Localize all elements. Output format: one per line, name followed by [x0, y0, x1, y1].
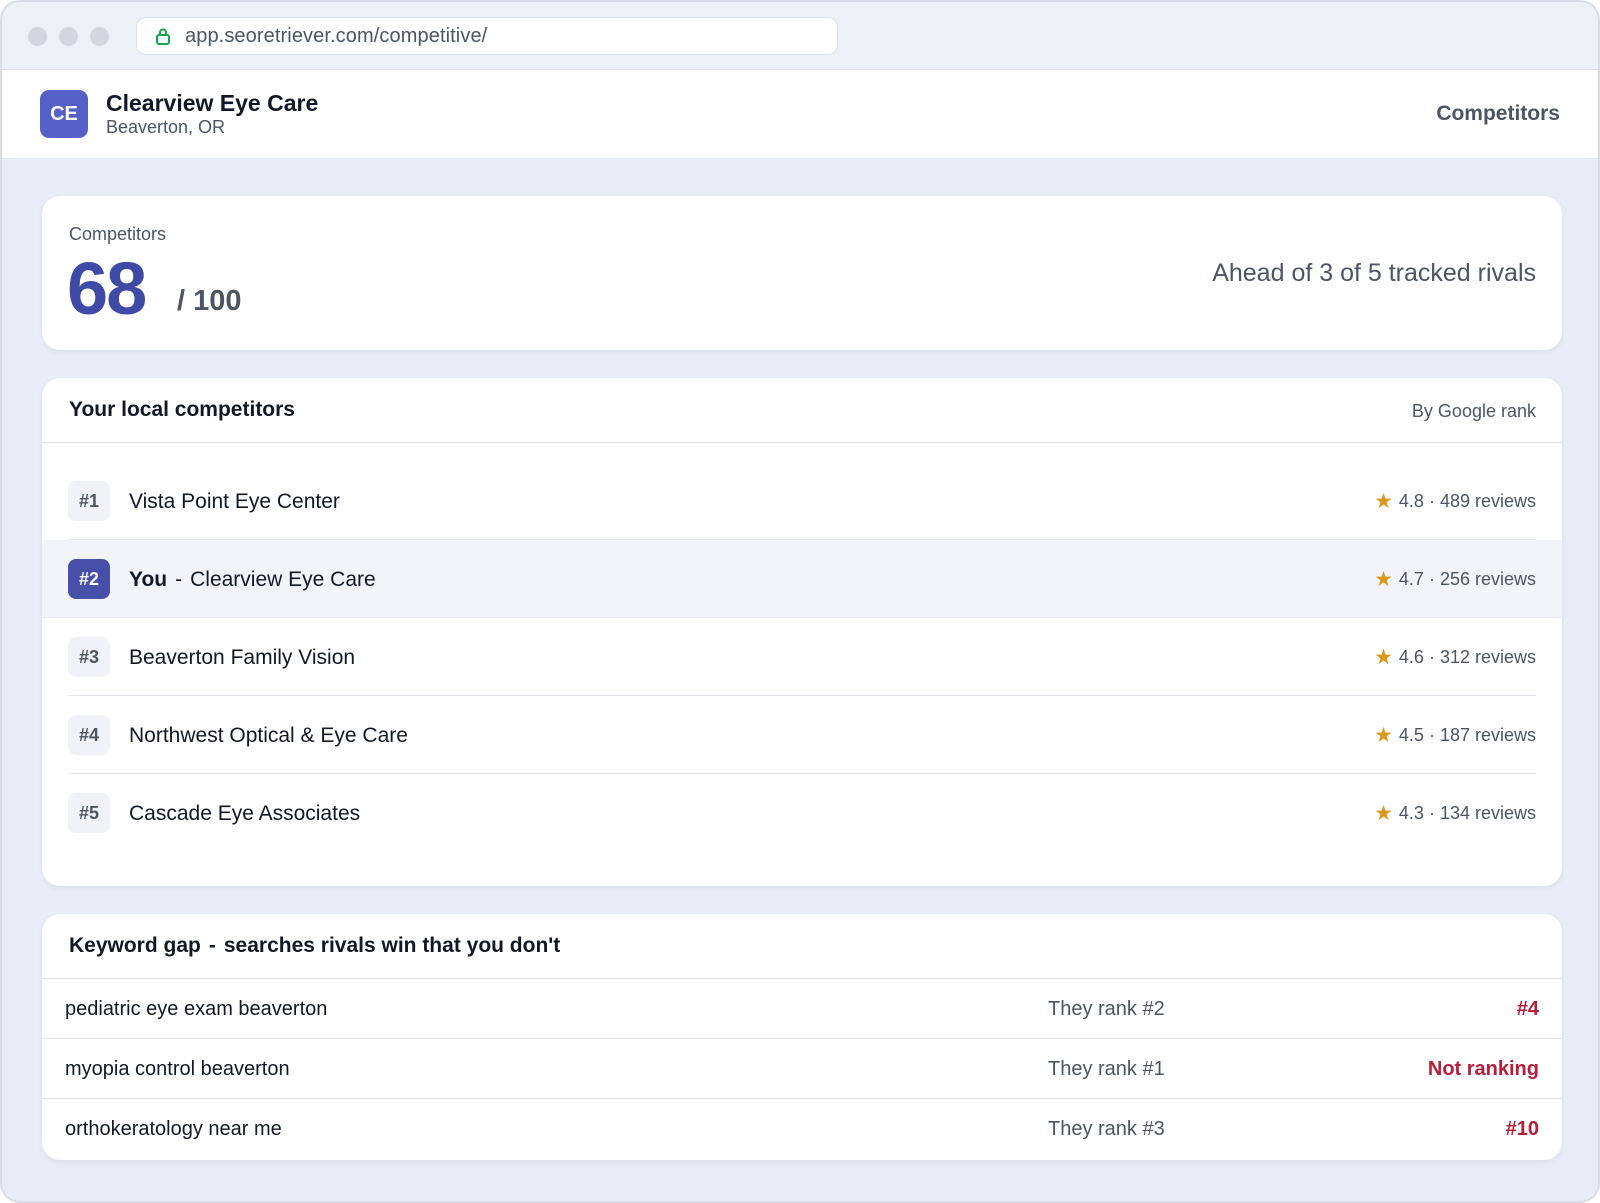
keyword-row[interactable]: orthokeratology near me They rank #3 #10 [42, 1098, 1562, 1158]
window-maximize-dot[interactable] [90, 27, 109, 46]
business-name: Clearview Eye Care [106, 90, 319, 116]
browser-window: app.seoretriever.com/competitive/ CE Cle… [0, 0, 1600, 1203]
nav-competitors[interactable]: Competitors [1436, 102, 1560, 126]
rival-rank: They rank #3 [1048, 1118, 1165, 1140]
rating-reviews: 4.6 · 312 reviews [1398, 647, 1536, 667]
your-rank: #10 [1505, 1118, 1539, 1140]
you-business-name: Clearview Eye Care [190, 568, 376, 591]
star-icon: ★ [1374, 802, 1393, 825]
star-icon: ★ [1374, 490, 1393, 513]
rating-reviews: 4.3 · 134 reviews [1398, 803, 1536, 823]
keyword-gap-title: Keyword gap - searches rivals win that you… [69, 934, 560, 958]
competitor-row[interactable]: #5 Cascade Eye Associates ★ 4.3 · 134 re… [42, 774, 1562, 852]
competitors-card: Your local competitors By Google rank #1… [42, 378, 1562, 886]
lock-icon [155, 27, 171, 45]
rank-badge: #5 [68, 793, 110, 833]
url-text[interactable]: app.seoretriever.com/competitive/ [185, 25, 487, 48]
rank-badge-you: #2 [68, 559, 110, 599]
competitor-name-you: You - Clearview Eye Care [129, 568, 376, 592]
you-separator: - [175, 568, 183, 591]
competitor-row[interactable]: #1 Vista Point Eye Center ★ 4.8 · 489 re… [42, 462, 1562, 540]
score-card: Competitors 68 / 100 Ahead of 3 of 5 tra… [42, 196, 1562, 350]
keyword-term: pediatric eye exam beaverton [65, 998, 328, 1020]
score-label: Competitors [69, 224, 167, 244]
rank-badge: #4 [68, 715, 110, 755]
business-location: Beaverton, OR [106, 117, 226, 137]
keyword-term: orthokeratology near me [65, 1118, 282, 1140]
competitor-row[interactable]: #3 Beaverton Family Vision ★ 4.6 · 312 r… [42, 618, 1562, 696]
competitor-name: Beaverton Family Vision [129, 646, 356, 669]
rating-reviews: 4.8 · 489 reviews [1398, 491, 1536, 511]
rating-reviews: 4.5 · 187 reviews [1398, 725, 1536, 745]
app-header: CE Clearview Eye Care Beaverton, OR Comp… [2, 70, 1598, 159]
competitor-stats: ★ 4.6 · 312 reviews [1374, 647, 1536, 668]
business-avatar: CE [40, 90, 88, 138]
keyword-term: myopia control beaverton [65, 1058, 290, 1080]
keyword-gap-title-main: Keyword gap [69, 934, 201, 957]
divider [42, 442, 1562, 443]
competitor-stats: ★ 4.8 · 489 reviews [1374, 491, 1536, 512]
score-value: 68 [67, 247, 147, 330]
rank-badge: #1 [68, 481, 110, 521]
address-bar[interactable]: app.seoretriever.com/competitive/ [136, 17, 838, 55]
browser-chrome: app.seoretriever.com/competitive/ [2, 2, 1598, 70]
competitor-row[interactable]: #4 Northwest Optical & Eye Care ★ 4.5 · … [42, 696, 1562, 774]
score-max: / 100 [177, 285, 242, 317]
keyword-gap-card: Keyword gap - searches rivals win that you… [42, 914, 1562, 1160]
sort-label[interactable]: By Google rank [1412, 401, 1536, 422]
competitor-stats: ★ 4.3 · 134 reviews [1374, 803, 1536, 824]
your-rank: #4 [1516, 998, 1539, 1020]
window-close-dot[interactable] [28, 27, 47, 46]
keyword-row[interactable]: myopia control beaverton They rank #1 No… [42, 1038, 1562, 1098]
keyword-gap-title-sub: searches rivals win that you don't [223, 934, 561, 957]
competitor-name: Cascade Eye Associates [129, 802, 361, 825]
competitor-stats: ★ 4.5 · 187 reviews [1374, 725, 1536, 746]
rating-reviews: 4.7 · 256 reviews [1398, 569, 1536, 589]
rival-rank: They rank #1 [1048, 1058, 1165, 1080]
rank-badge: #3 [68, 637, 110, 677]
rival-rank: They rank #2 [1048, 998, 1165, 1020]
you-label: You [129, 568, 168, 591]
star-icon: ★ [1374, 724, 1393, 747]
score-summary: Ahead of 3 of 5 tracked rivals [1212, 259, 1536, 287]
competitors-title: Your local competitors [69, 398, 295, 421]
competitor-name: Vista Point Eye Center [129, 490, 340, 513]
star-icon: ★ [1374, 568, 1393, 591]
competitor-row-you[interactable]: #2 You - Clearview Eye Care ★ 4.7 · 256 re… [42, 540, 1562, 618]
keyword-gap-title-separator: - [208, 934, 216, 957]
competitor-stats: ★ 4.7 · 256 reviews [1374, 569, 1536, 590]
star-icon: ★ [1374, 646, 1393, 669]
competitor-name: Northwest Optical & Eye Care [129, 724, 408, 747]
window-minimize-dot[interactable] [59, 27, 78, 46]
your-rank: Not ranking [1427, 1058, 1539, 1080]
keyword-row[interactable]: pediatric eye exam beaverton They rank #… [42, 978, 1562, 1038]
